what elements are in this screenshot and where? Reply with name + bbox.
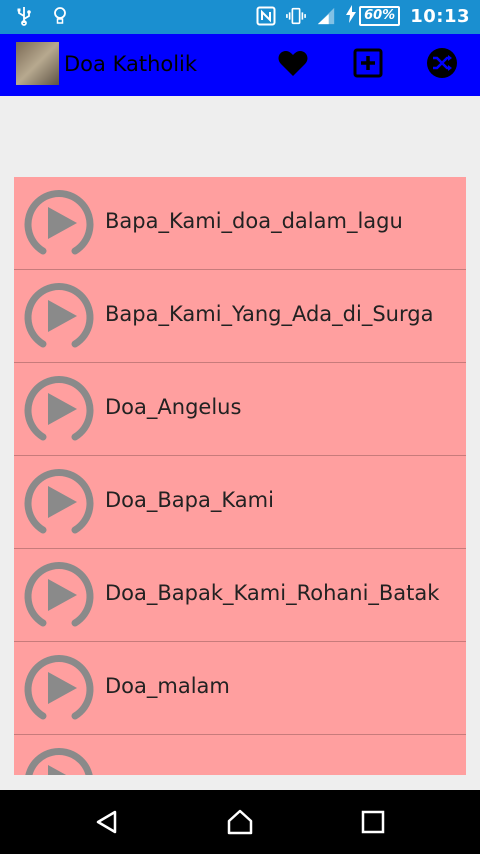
home-icon	[226, 808, 254, 840]
bulb-icon	[50, 6, 70, 26]
clock: 10:13	[410, 5, 470, 27]
app-bar: Doa Katholik	[0, 34, 480, 96]
play-circle-icon[interactable]	[21, 557, 97, 633]
play-circle-icon[interactable]	[21, 743, 97, 775]
song-row[interactable]: Bapa_Kami_Yang_Ada_di_Surga	[14, 270, 466, 363]
add-box-icon	[353, 48, 383, 82]
song-row[interactable]: Doa_Bapak_Kami_Rohani_Batak	[14, 549, 466, 642]
battery-percent: 60%	[359, 6, 401, 26]
play-circle-icon[interactable]	[21, 650, 97, 726]
recents-icon	[361, 810, 385, 838]
song-title: Bapa_Kami_doa_dalam_lagu	[105, 209, 403, 233]
play-circle-icon[interactable]	[21, 371, 97, 447]
battery-indicator: 60%	[346, 5, 401, 27]
shuffle-icon	[426, 47, 458, 83]
nfc-icon	[256, 6, 276, 26]
app-title: Doa Katholik	[64, 52, 198, 76]
play-circle-icon[interactable]	[21, 278, 97, 354]
back-button[interactable]	[89, 806, 125, 842]
song-row[interactable]	[14, 735, 466, 775]
status-bar: 60% 10:13	[0, 0, 480, 34]
navigation-bar	[0, 790, 480, 854]
song-title: Bapa_Kami_Yang_Ada_di_Surga	[105, 302, 434, 326]
song-row[interactable]: Doa_malam	[14, 642, 466, 735]
play-circle-icon[interactable]	[21, 464, 97, 540]
song-row[interactable]: Bapa_Kami_doa_dalam_lagu	[14, 177, 466, 270]
song-title: Doa_Bapa_Kami	[105, 488, 274, 512]
charging-icon	[346, 5, 357, 27]
app-logo	[16, 42, 59, 85]
song-list[interactable]: Bapa_Kami_doa_dalam_lagu Bapa_Kami_Yang_A…	[14, 177, 466, 775]
favorite-button[interactable]	[273, 46, 313, 84]
song-title: Doa_Angelus	[105, 395, 242, 419]
song-title: Doa_malam	[105, 674, 230, 698]
song-row[interactable]: Doa_Bapa_Kami	[14, 456, 466, 549]
song-title: Doa_Bapak_Kami_Rohani_Batak	[105, 581, 440, 605]
back-icon	[94, 809, 120, 839]
play-circle-icon[interactable]	[21, 185, 97, 261]
home-button[interactable]	[222, 806, 258, 842]
usb-icon	[14, 6, 34, 26]
shuffle-button[interactable]	[422, 46, 462, 84]
song-row[interactable]: Doa_Angelus	[14, 363, 466, 456]
add-button[interactable]	[348, 46, 388, 84]
heart-icon	[278, 49, 308, 81]
recents-button[interactable]	[355, 806, 391, 842]
vibrate-icon	[286, 6, 306, 26]
signal-icon	[316, 6, 336, 26]
